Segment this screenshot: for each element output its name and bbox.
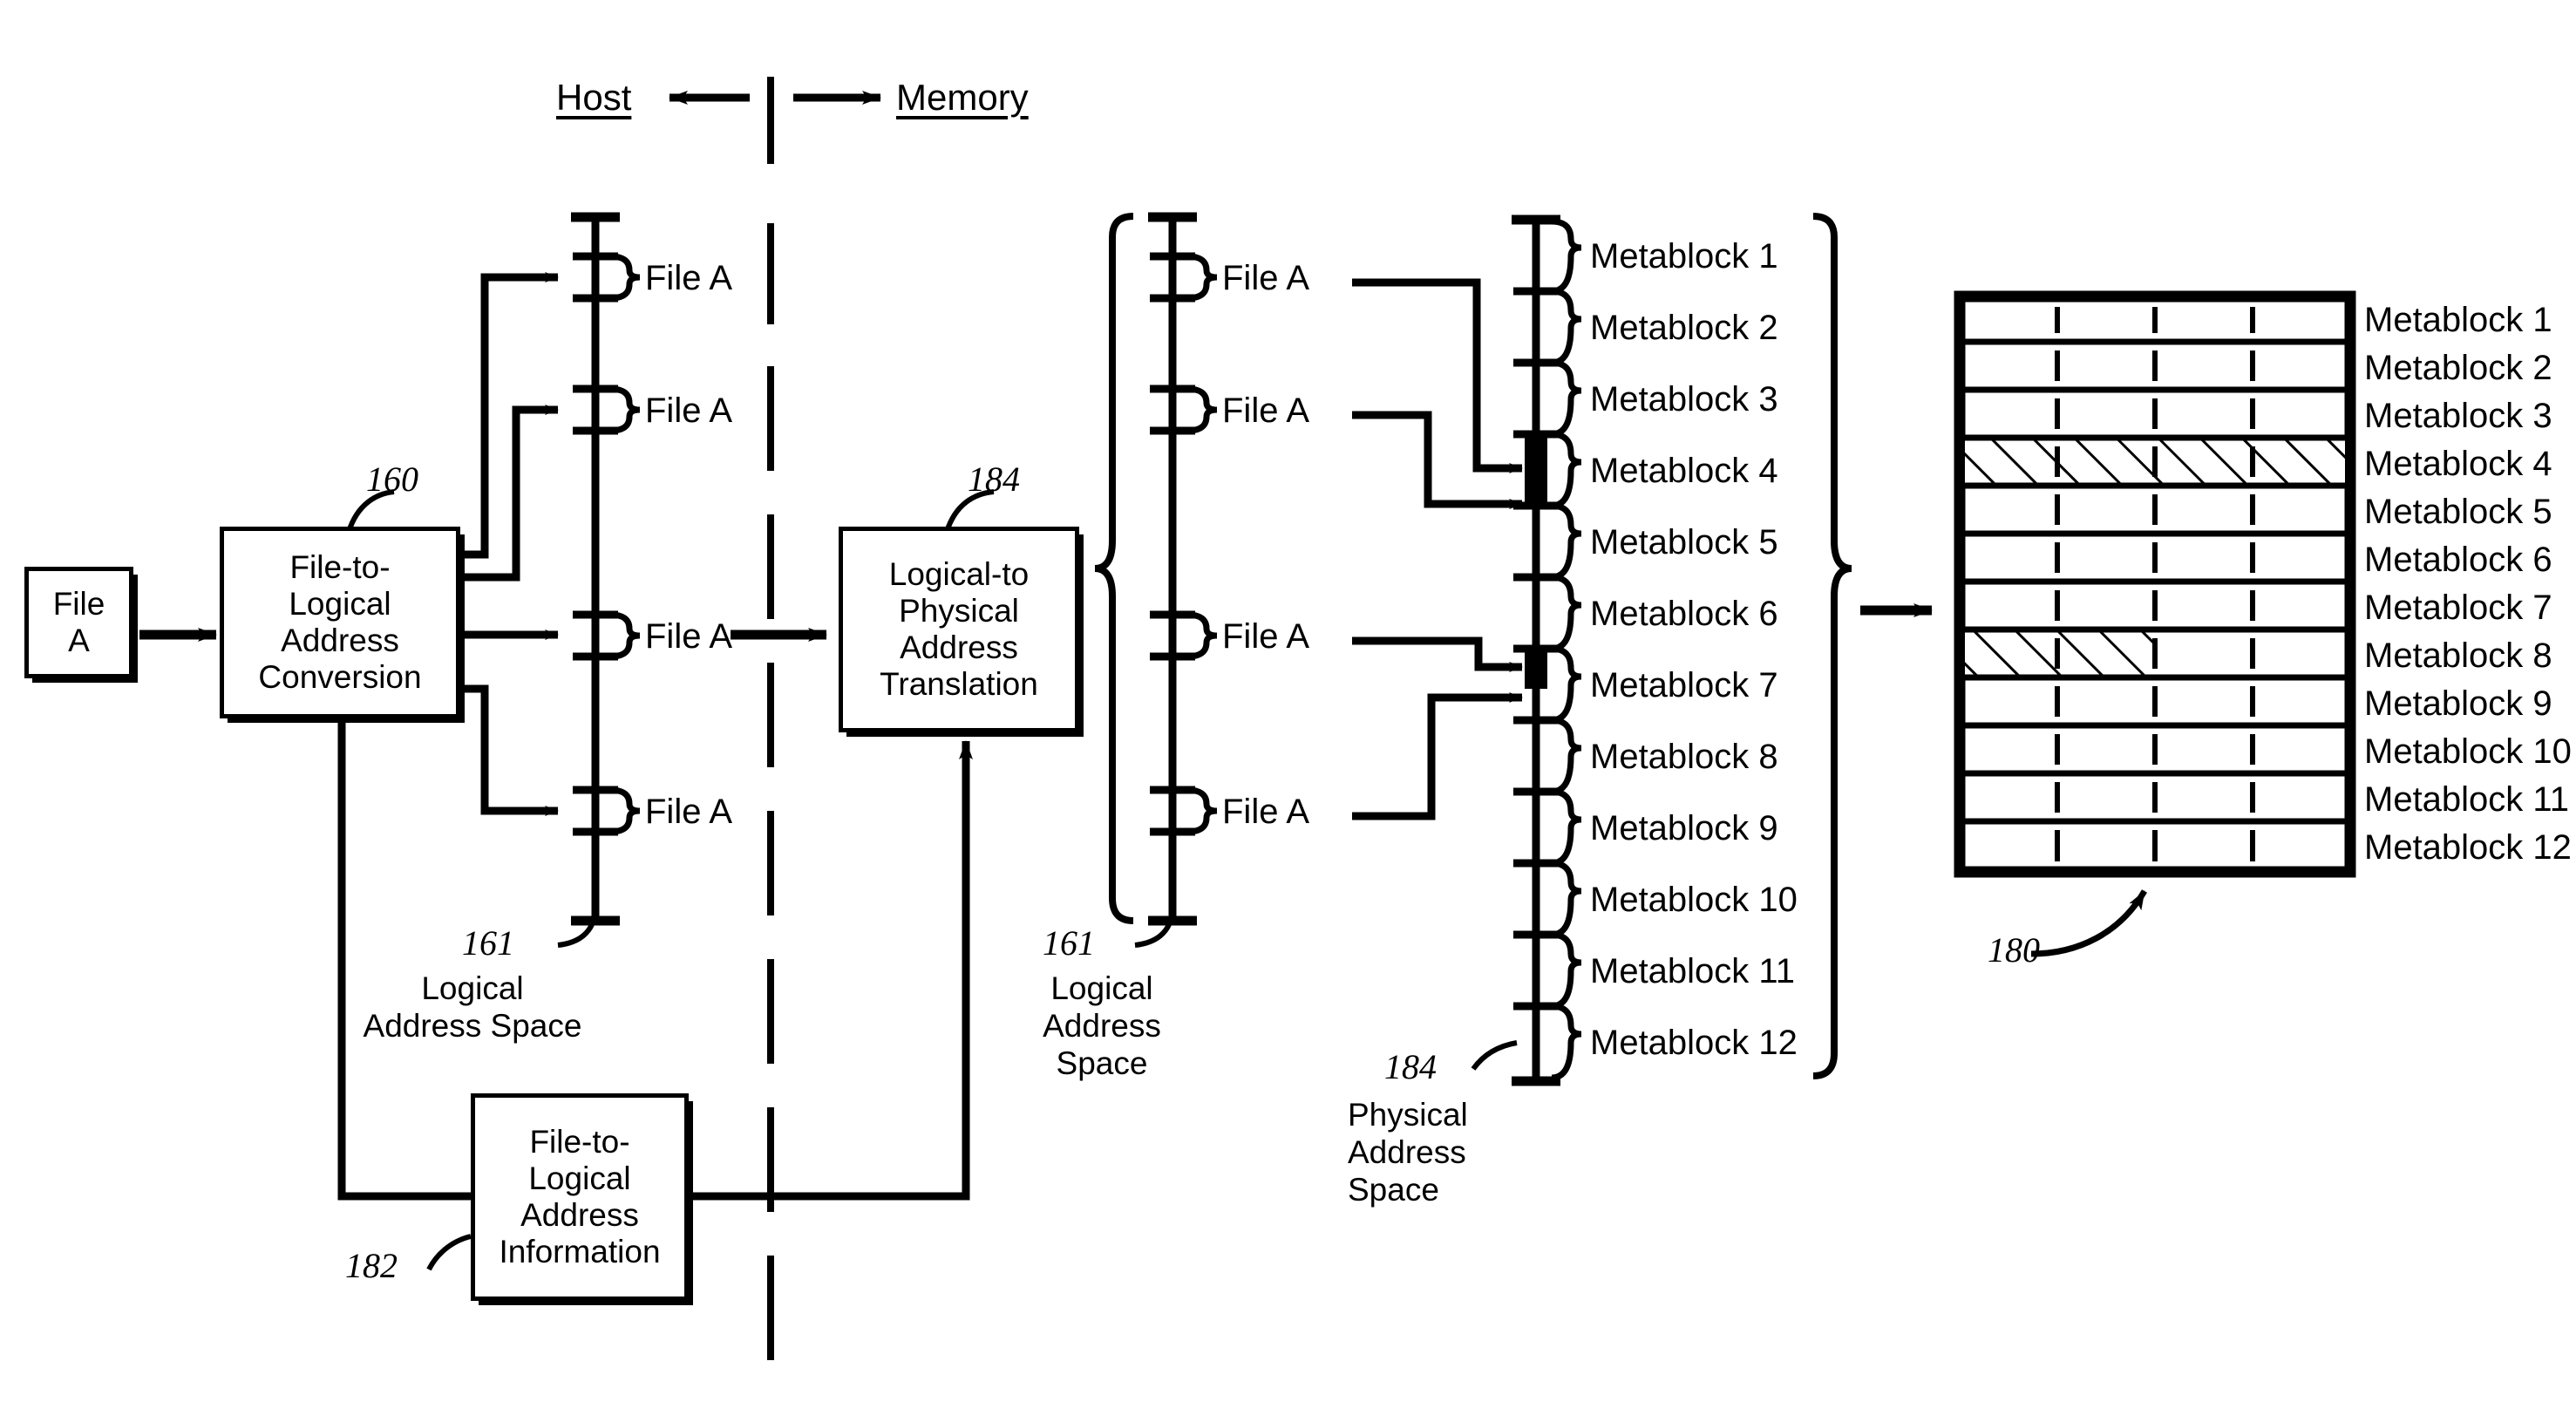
memory-file-segment-4: File A <box>1222 793 1310 831</box>
physical-metablock-11: Metablock 11 <box>1590 952 1795 990</box>
array-row-label-2: Metablock 2 <box>2364 349 2552 387</box>
array-row-label-10: Metablock 10 <box>2364 732 2572 771</box>
file-to-logical-info-box: File-to- Logical Address Information <box>471 1093 689 1301</box>
memory-file-segment-2: File A <box>1222 391 1310 430</box>
memory-physical-axis <box>1471 214 1582 1086</box>
leader-184-axis <box>1471 1040 1518 1071</box>
metablock-group-brace <box>1812 213 1852 1079</box>
ref-182: 182 <box>345 1246 398 1285</box>
physical-metablock-4: Metablock 4 <box>1590 452 1778 490</box>
ref-184-box: 184 <box>968 459 1020 499</box>
info-box-label: File-to- Logical Address Information <box>499 1123 661 1270</box>
array-row-label-12: Metablock 12 <box>2364 828 2572 867</box>
physical-metablock-3: Metablock 3 <box>1590 380 1778 419</box>
physical-metablock-8: Metablock 8 <box>1590 738 1778 776</box>
array-row-label-1: Metablock 1 <box>2364 301 2552 339</box>
array-row-label-4: Metablock 4 <box>2364 445 2552 483</box>
header-host: Host <box>556 77 632 118</box>
file-to-logical-conversion-box: File-to- Logical Address Conversion <box>220 527 460 718</box>
array-row-label-11: Metablock 11 <box>2364 780 2569 819</box>
physical-metablock-10: Metablock 10 <box>1590 881 1798 919</box>
memory-logical-axis-caption: Logical Address Space <box>1043 970 1161 1081</box>
leader-161-host <box>557 906 598 948</box>
file-a-box: File A <box>24 567 133 678</box>
leader-180 <box>2030 889 2148 957</box>
memory-logical-brace <box>1094 213 1134 924</box>
logical-to-physical-arrows <box>1352 278 1523 820</box>
physical-axis-caption: Physical Address Space <box>1348 1097 1468 1208</box>
ref-180: 180 <box>1988 930 2040 970</box>
array-row-label-7: Metablock 7 <box>2364 589 2552 627</box>
host-file-segment-4: File A <box>645 793 733 831</box>
file-a-box-label: File A <box>52 585 105 658</box>
array-row-label-6: Metablock 6 <box>2364 541 2552 579</box>
host-logical-axis <box>557 212 641 948</box>
ref-161-host: 161 <box>462 923 514 963</box>
physical-metablock-5: Metablock 5 <box>1590 523 1778 561</box>
patent-figure: Host Memory File A File-to- Logical Addre… <box>0 0 2576 1402</box>
memory-file-segment-1: File A <box>1222 259 1310 297</box>
array-row-label-9: Metablock 9 <box>2364 684 2552 723</box>
physical-metablock-2: Metablock 2 <box>1590 309 1778 347</box>
physical-metablock-6: Metablock 6 <box>1590 595 1778 633</box>
header-memory: Memory <box>896 77 1029 118</box>
ref-161-memory: 161 <box>1043 923 1095 963</box>
host-conversion-to-axis <box>462 272 559 816</box>
logical-to-physical-translation-box: Logical-to Physical Address Translation <box>839 527 1079 732</box>
translation-box-label: Logical-to Physical Address Translation <box>880 555 1038 703</box>
memory-array-grid <box>1954 290 2356 957</box>
memory-logical-axis <box>1134 212 1218 948</box>
host-logical-axis-caption: Logical Address Space <box>363 970 582 1044</box>
ref-184-axis: 184 <box>1384 1047 1437 1086</box>
memory-file-segment-3: File A <box>1222 617 1310 656</box>
leader-182 <box>426 1234 472 1271</box>
host-file-segment-3: File A <box>645 617 733 656</box>
host-file-segment-1: File A <box>645 259 733 297</box>
array-row-label-5: Metablock 5 <box>2364 493 2552 531</box>
leader-161-memory <box>1134 906 1175 948</box>
physical-metablock-9: Metablock 9 <box>1590 809 1778 847</box>
array-row-label-3: Metablock 3 <box>2364 397 2552 435</box>
host-file-segment-2: File A <box>645 391 733 430</box>
physical-metablock-12: Metablock 12 <box>1590 1024 1798 1062</box>
host-info-wiring <box>337 717 471 1201</box>
physical-metablock-1: Metablock 1 <box>1590 237 1778 276</box>
physical-metablock-7: Metablock 7 <box>1590 666 1778 704</box>
ref-160: 160 <box>366 459 418 499</box>
array-row-label-8: Metablock 8 <box>2364 636 2552 675</box>
conversion-box-label: File-to- Logical Address Conversion <box>258 548 422 696</box>
